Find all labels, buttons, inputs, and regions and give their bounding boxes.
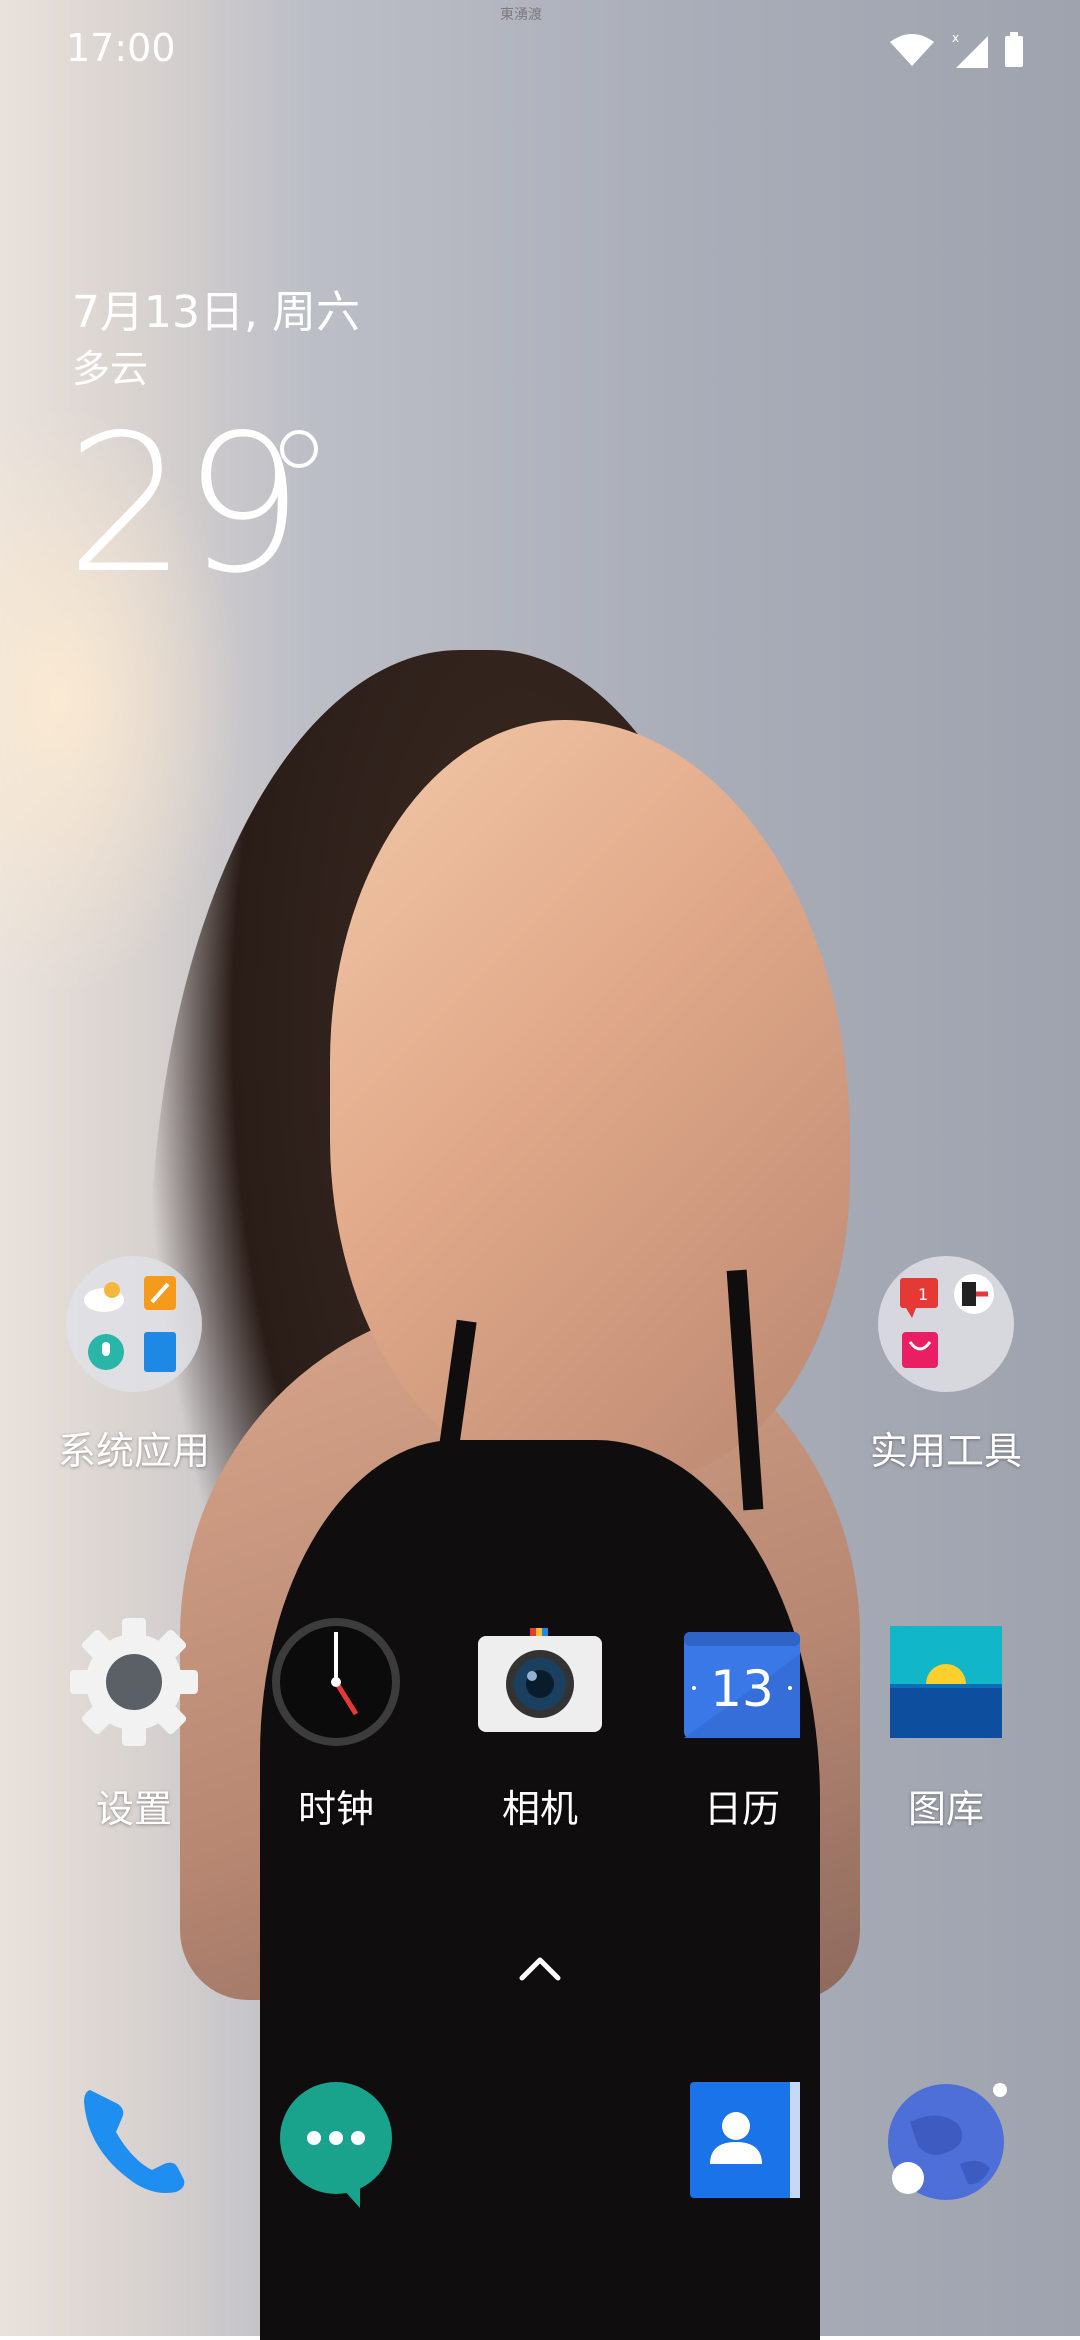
- battery-icon: [1005, 32, 1023, 67]
- app-calendar[interactable]: 13 日历: [642, 1614, 842, 1833]
- badge-count: 1: [918, 1285, 928, 1304]
- chevron-up-icon[interactable]: [518, 1952, 562, 1982]
- app-gallery[interactable]: 图库: [846, 1614, 1046, 1833]
- folder-system-apps[interactable]: 系统应用: [34, 1256, 234, 1475]
- folder-utilities[interactable]: 1 实用工具: [846, 1256, 1046, 1475]
- camera-icon: [472, 1614, 608, 1750]
- status-icons: x: [888, 30, 1024, 70]
- folder-icon: 1: [878, 1256, 1014, 1392]
- app-label: 图库: [907, 1787, 984, 1831]
- wallpaper-face: [330, 720, 850, 1480]
- app-camera[interactable]: 相机: [440, 1614, 640, 1833]
- calendar-icon: 13: [674, 1614, 810, 1750]
- clock-icon: [268, 1614, 404, 1750]
- dock-browser[interactable]: [846, 2072, 1046, 2208]
- app-label: 日历: [703, 1787, 780, 1831]
- contacts-icon: [674, 2072, 810, 2208]
- weather-temperature: 29: [66, 394, 304, 615]
- wifi-icon: [890, 34, 934, 66]
- dock-phone[interactable]: [34, 2072, 234, 2208]
- folder-preview-icons: [84, 1276, 176, 1372]
- app-label: 设置: [95, 1787, 172, 1831]
- app-clock[interactable]: 时钟: [236, 1614, 436, 1833]
- status-bar: 東湧渡 17:00 x: [0, 0, 1080, 100]
- app-label: 相机: [501, 1787, 578, 1831]
- weather-condition: 多云: [72, 347, 149, 391]
- gear-icon: [66, 1614, 202, 1750]
- folder-icon: [66, 1256, 202, 1392]
- svg-text:x: x: [952, 31, 959, 45]
- folder-label: 实用工具: [869, 1429, 1022, 1473]
- cellular-no-data-icon: x: [952, 31, 988, 68]
- folder-preview-icons: 1: [900, 1274, 994, 1368]
- wallpaper: [0, 0, 1080, 2340]
- message-bubble-icon: [268, 2072, 404, 2208]
- app-label: 时钟: [297, 1787, 374, 1831]
- status-time: 17:00: [66, 26, 176, 70]
- calendar-day: 13: [710, 1660, 774, 1718]
- app-settings[interactable]: 设置: [34, 1614, 234, 1833]
- phone-icon: [66, 2072, 202, 2208]
- degree-icon: [280, 430, 318, 468]
- dock-contacts[interactable]: [642, 2072, 842, 2208]
- folder-label: 系统应用: [57, 1429, 210, 1473]
- dock-messages[interactable]: [236, 2072, 436, 2208]
- wallpaper-watermark: 東湧渡: [500, 7, 542, 23]
- weather-date: 7月13日, 周六: [72, 287, 360, 338]
- globe-browser-icon: [878, 2072, 1014, 2208]
- gallery-icon: [878, 1614, 1014, 1750]
